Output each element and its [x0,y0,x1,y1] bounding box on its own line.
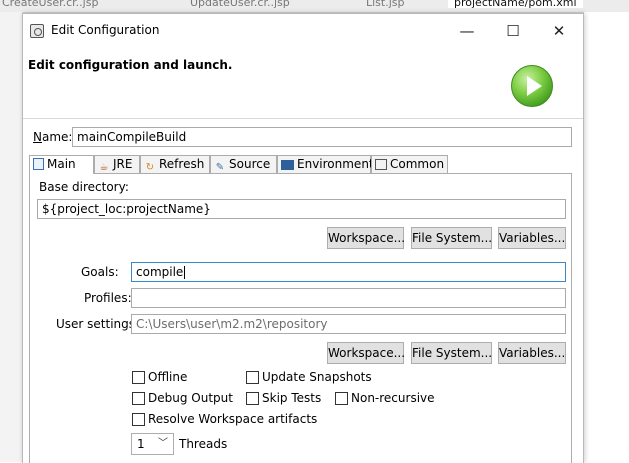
close-button[interactable]: ✕ [536,14,582,48]
chevron-down-icon: ﹀ [158,438,168,449]
dialog-header: Edit configuration and launch. [23,48,583,119]
tab-jre[interactable]: ☕ JRE [94,155,140,173]
update-snapshots-checkbox[interactable] [246,371,259,384]
debug-output-checkbox[interactable] [132,392,145,405]
workspace-button-2[interactable]: Workspace... [327,342,405,364]
goals-value: compile [136,265,184,279]
name-label: Name: [33,130,73,144]
tab-common[interactable]: Common [371,155,448,173]
threads-label: Threads [179,437,228,451]
edit-configuration-dialog: Edit Configuration — ☐ ✕ Edit configurat… [22,13,584,463]
name-field[interactable]: mainCompileBuild [72,127,572,147]
goals-field[interactable]: compile [131,262,566,282]
eclipse-app-icon [30,24,44,38]
editor-tab-active[interactable]: projectName/pom.xml [448,0,583,9]
variables-button[interactable]: Variables... [498,227,566,249]
tab-main-label: Main [47,157,76,171]
skip-tests-label: Skip Tests [262,391,322,405]
threads-value: 1 [137,437,145,451]
user-settings-label: User settings: [56,317,140,331]
variables-button-2[interactable]: Variables... [498,342,566,364]
editor-background-right [584,12,629,462]
text-caret [184,266,186,279]
editor-tab-strip: CreateUser.cr..jsp UpdateUser.cr..jsp Li… [0,0,629,13]
main-tab-icon [33,158,44,170]
tab-common-label: Common [390,157,445,171]
run-icon [511,65,553,107]
config-tab-bar: Main ☕ JRE ↻ Refresh ✎ Source Environment C… [29,155,572,174]
tab-jre-label: JRE [113,157,133,171]
editor-tab[interactable]: UpdateUser.cr..jsp [190,0,290,9]
goals-label: Goals: [81,265,119,279]
tab-environment-label: Environment [297,157,374,171]
file-system-button[interactable]: File System... [411,227,492,249]
file-system-button-2[interactable]: File System... [411,342,492,364]
user-settings-field[interactable]: C:\Users\user\m2.m2\repository [131,314,566,334]
workspace-button[interactable]: Workspace... [327,227,405,249]
tab-main[interactable]: Main [29,155,94,174]
update-snapshots-label: Update Snapshots [262,370,372,384]
non-recursive-label: Non-recursive [351,391,435,405]
non-recursive-checkbox[interactable] [335,392,348,405]
tab-source-label: Source [229,157,271,171]
tab-refresh[interactable]: ↻ Refresh [140,155,210,173]
resolve-workspace-label: Resolve Workspace artifacts [148,412,318,426]
common-icon [375,159,387,170]
base-directory-label: Base directory: [39,180,129,194]
profiles-field[interactable] [131,288,566,308]
dialog-heading: Edit configuration and launch. [28,58,233,72]
debug-output-label: Debug Output [148,391,233,405]
editor-background-left [0,12,23,462]
tab-source[interactable]: ✎ Source [210,155,277,173]
maximize-button[interactable]: ☐ [490,14,536,48]
offline-label: Offline [148,370,188,384]
skip-tests-checkbox[interactable] [246,392,259,405]
editor-tab[interactable]: List.jsp [366,0,405,9]
base-directory-field[interactable]: ${project_loc:projectName} [37,199,566,219]
tab-refresh-label: Refresh [159,157,205,171]
tab-environment[interactable]: Environment [277,155,374,173]
profiles-label: Profiles: [84,291,132,305]
dialog-titlebar: Edit Configuration — ☐ ✕ [23,14,583,48]
environment-icon [281,160,294,170]
editor-tab[interactable]: CreateUser.cr..jsp [2,0,98,9]
offline-checkbox[interactable] [132,371,145,384]
minimize-button[interactable]: — [444,14,490,48]
dialog-title: Edit Configuration [51,23,160,37]
resolve-workspace-checkbox[interactable] [132,413,145,426]
threads-combo[interactable]: 1 ﹀ [131,433,174,455]
